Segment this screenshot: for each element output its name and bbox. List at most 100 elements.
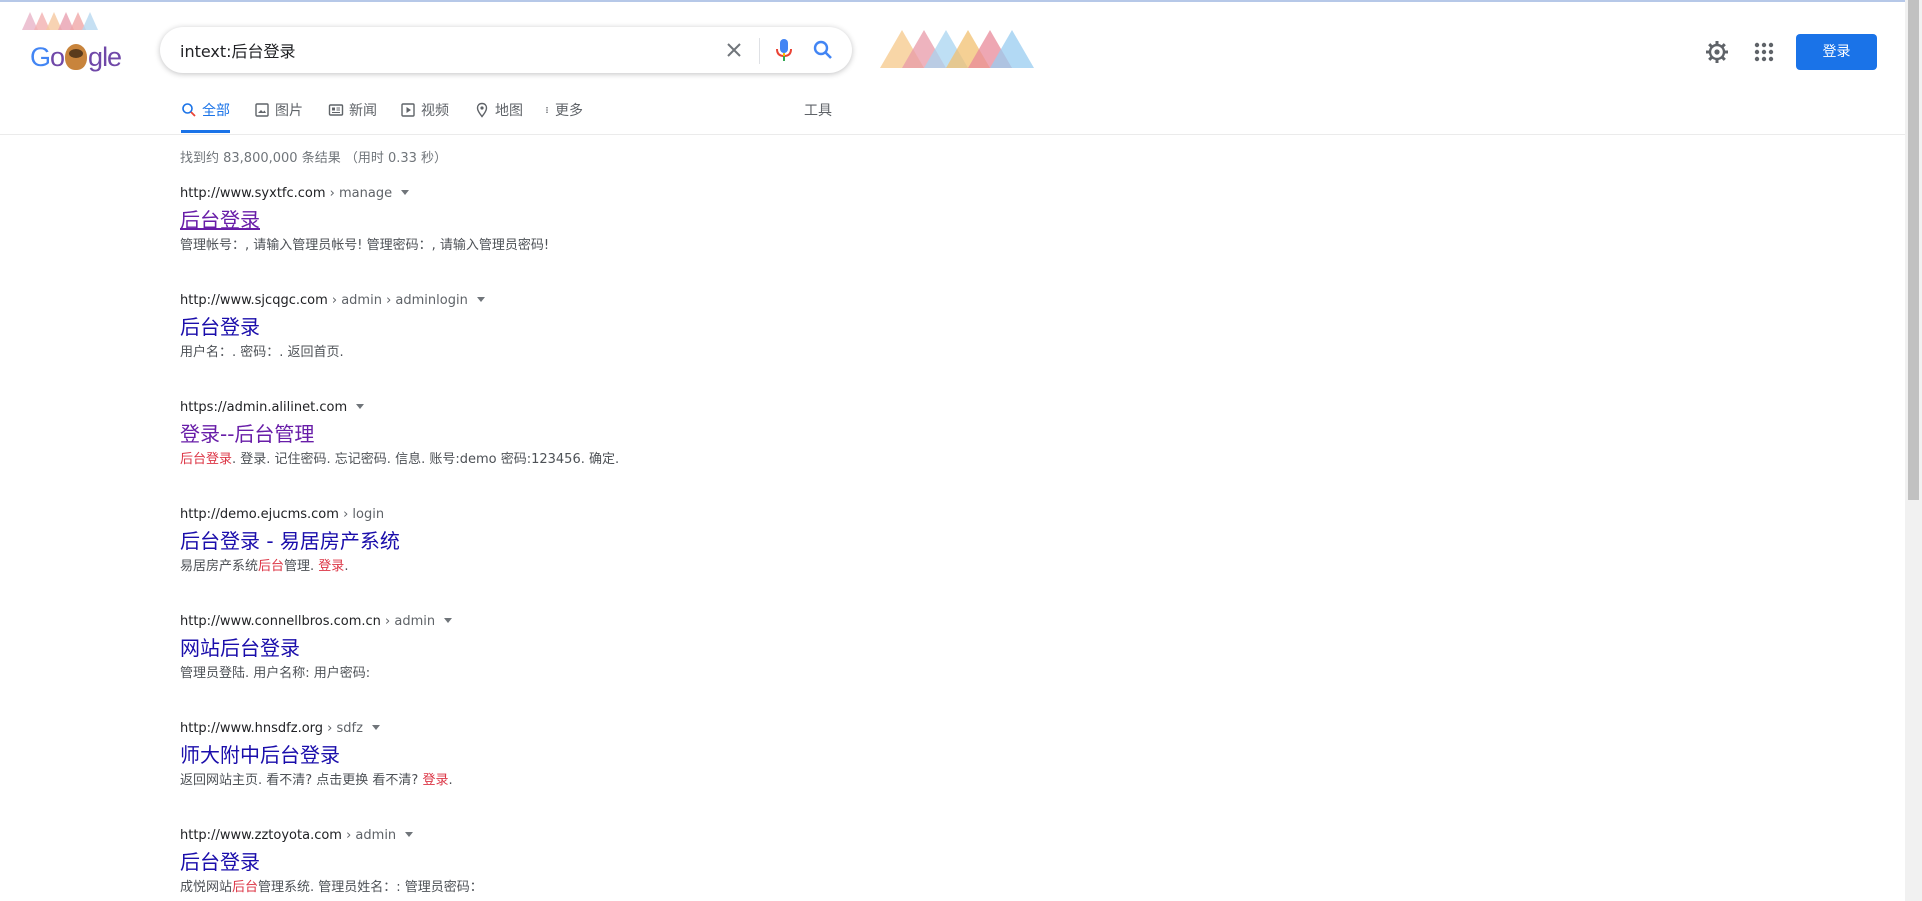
result-url-host: http://www.syxtfc.com xyxy=(180,186,326,201)
search-icon xyxy=(182,103,196,117)
chevron-down-icon[interactable] xyxy=(405,832,414,837)
search-result: http://www.zztoyota.com › admin 后台登录 成悦网… xyxy=(180,826,880,899)
tab-label: 全部 xyxy=(202,103,230,119)
snippet-highlight: 登录 xyxy=(422,773,449,788)
result-snippet: 成悦网站后台管理系统. 管理员姓名：: 管理员密码： xyxy=(180,877,880,899)
chevron-down-icon[interactable] xyxy=(476,297,485,302)
search-box xyxy=(160,27,852,73)
close-icon[interactable] xyxy=(722,38,746,62)
tab-label: 地图 xyxy=(495,103,523,119)
result-url-path: › login xyxy=(338,507,385,522)
apps-grid-icon[interactable] xyxy=(1750,38,1778,66)
gear-icon[interactable] xyxy=(1703,38,1731,66)
result-snippet: 易居房产系统后台管理. 登录. xyxy=(180,556,880,578)
result-snippet: 管理帐号：, 请输入管理员帐号! 管理密码：, 请输入管理员密码! xyxy=(180,235,880,257)
result-url-path: › admin xyxy=(341,828,397,843)
snippet-text: 易居房产系统 xyxy=(180,559,259,574)
search-result: http://www.syxtfc.com › manage 后台登录 管理帐号… xyxy=(180,184,880,257)
image-icon xyxy=(255,103,269,117)
tab-label: 视频 xyxy=(421,103,449,119)
snippet-text: . xyxy=(448,773,453,788)
google-doodle-logo[interactable]: Go gle xyxy=(22,8,122,73)
result-url-host: http://www.zztoyota.com xyxy=(180,828,342,843)
snippet-text: 管理. xyxy=(284,559,319,574)
result-stats: 找到约 83,800,000 条结果 （用时 0.33 秒） xyxy=(180,151,448,166)
tab-news[interactable]: 新闻 xyxy=(328,96,377,132)
result-snippet: 返回网站主页. 看不清? 点击更换 看不清? 登录. xyxy=(180,770,880,792)
search-icon[interactable] xyxy=(811,38,835,62)
snippet-text: . xyxy=(344,559,349,574)
doodle-portrait-icon xyxy=(65,44,88,70)
signin-button[interactable]: 登录 xyxy=(1796,34,1877,70)
result-url-host: http://demo.ejucms.com xyxy=(180,507,339,522)
snippet-text: 管理员登陆. 用户名称: 用户密码: xyxy=(180,666,371,681)
tab-images[interactable]: 图片 xyxy=(254,96,303,132)
tab-tools[interactable]: 工具 xyxy=(804,96,832,132)
logo-wordmark: Go gle xyxy=(30,42,122,72)
result-title-link[interactable]: 师大附中后台登录 xyxy=(180,742,340,768)
tab-all[interactable]: 全部 xyxy=(181,96,230,133)
microphone-icon[interactable] xyxy=(772,37,796,63)
snippet-highlight: 登录 xyxy=(318,559,345,574)
snippet-highlight: 后台 xyxy=(258,559,285,574)
search-results-page: Go gle intext:后台登录 登录 全部 图片 新闻 视频 地图 更多 … xyxy=(0,0,1922,901)
snippet-highlight: 后台 xyxy=(232,880,259,895)
snippet-highlight: 后台登录 xyxy=(180,452,233,467)
chevron-down-icon[interactable] xyxy=(356,404,365,409)
search-result: http://www.connellbros.com.cn › admin 网站… xyxy=(180,612,880,685)
result-url-host: https://admin.alilinet.com xyxy=(180,400,348,415)
result-url[interactable]: http://www.syxtfc.com › manage xyxy=(180,184,880,204)
search-result: http://www.hnsdfz.org › sdfz 师大附中后台登录 返回… xyxy=(180,719,880,792)
news-icon xyxy=(328,104,344,116)
snippet-text: . 登录. 记住密码. 忘记密码. 信息. 账号:demo 密码:123456.… xyxy=(232,452,620,467)
result-url-path: › sdfz xyxy=(323,721,363,736)
result-title-link[interactable]: 后台登录 xyxy=(180,314,260,340)
snippet-text: 管理系统. 管理员姓名：: 管理员密码： xyxy=(258,880,483,895)
search-result: http://www.sjcqgc.com › admin › adminlog… xyxy=(180,291,880,364)
result-url-path: › admin › adminlogin xyxy=(327,293,468,308)
result-url[interactable]: http://www.zztoyota.com › admin xyxy=(180,826,880,846)
result-title-link[interactable]: 后台登录 xyxy=(180,207,260,233)
more-vertical-icon xyxy=(546,106,548,114)
tab-label: 新闻 xyxy=(349,103,377,119)
result-title-link[interactable]: 登录--后台管理 xyxy=(180,421,314,447)
result-url[interactable]: https://admin.alilinet.com xyxy=(180,398,880,418)
result-snippet: 后台登录. 登录. 记住密码. 忘记密码. 信息. 账号:demo 密码:123… xyxy=(180,449,880,471)
result-url-host: http://www.sjcqgc.com xyxy=(180,293,328,308)
result-title-link[interactable]: 后台登录 - 易居房产系统 xyxy=(180,528,400,554)
video-icon xyxy=(401,103,415,117)
window-top-border xyxy=(0,0,1922,2)
result-url-host: http://www.hnsdfz.org xyxy=(180,721,324,736)
result-url-host: http://www.connellbros.com.cn xyxy=(180,614,381,629)
doodle-triangles-icon xyxy=(22,12,98,30)
snippet-text: 成悦网站 xyxy=(180,880,233,895)
result-title-link[interactable]: 网站后台登录 xyxy=(180,635,300,661)
result-url-path: › admin xyxy=(380,614,436,629)
result-url[interactable]: http://www.connellbros.com.cn › admin xyxy=(180,612,880,632)
result-title-link[interactable]: 后台登录 xyxy=(180,849,260,875)
search-tabs: 全部 图片 新闻 视频 地图 更多 工具 xyxy=(0,96,1905,135)
scrollbar-thumb[interactable] xyxy=(1908,0,1919,500)
search-input[interactable] xyxy=(180,27,700,73)
result-url[interactable]: http://www.sjcqgc.com › admin › adminlog… xyxy=(180,291,880,311)
tab-videos[interactable]: 视频 xyxy=(400,96,449,132)
tab-label: 更多 xyxy=(555,103,583,119)
snippet-text: 返回网站主页. 看不清? 点击更换 看不清? xyxy=(180,773,423,788)
map-pin-icon xyxy=(476,102,488,118)
result-snippet: 管理员登陆. 用户名称: 用户密码: xyxy=(180,663,880,685)
search-result: https://admin.alilinet.com 登录--后台管理 后台登录… xyxy=(180,398,880,471)
result-url[interactable]: http://demo.ejucms.com › login xyxy=(180,505,880,525)
snippet-text: 用户名：. 密码：. 返回首页. xyxy=(180,345,344,360)
chevron-down-icon[interactable] xyxy=(401,190,410,195)
doodle-decoration-icon xyxy=(880,30,1034,68)
tab-label: 图片 xyxy=(275,103,303,119)
result-snippet: 用户名：. 密码：. 返回首页. xyxy=(180,342,880,364)
tab-more[interactable]: 更多 xyxy=(545,96,583,132)
result-url-path: › manage xyxy=(325,186,393,201)
result-url[interactable]: http://www.hnsdfz.org › sdfz xyxy=(180,719,880,739)
snippet-text: 管理帐号：, 请输入管理员帐号! 管理密码：, 请输入管理员密码! xyxy=(180,238,550,253)
chevron-down-icon[interactable] xyxy=(444,618,453,623)
tab-maps[interactable]: 地图 xyxy=(474,96,523,132)
search-result: http://demo.ejucms.com › login 后台登录 - 易居… xyxy=(180,505,880,578)
chevron-down-icon[interactable] xyxy=(371,725,380,730)
